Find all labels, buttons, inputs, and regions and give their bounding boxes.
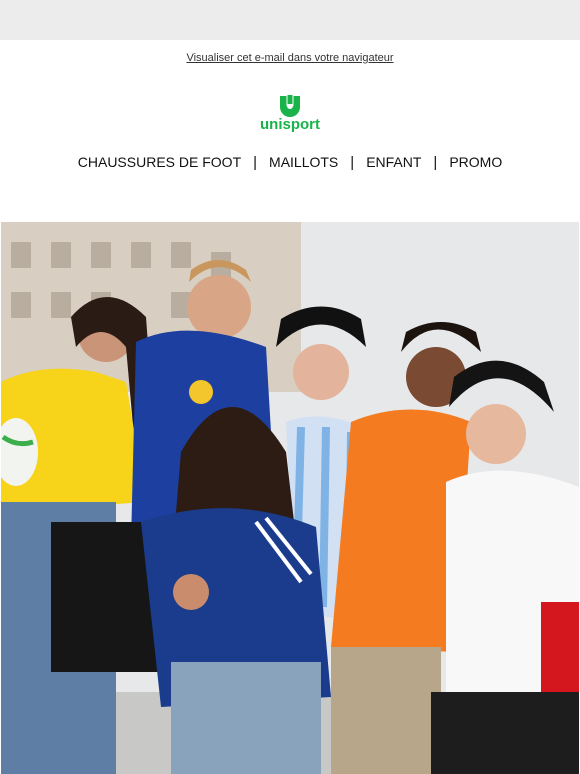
main-navigation: CHAUSSURES DE FOOT | MAILLOTS | ENFANT |… xyxy=(0,152,580,172)
nav-separator: | xyxy=(350,153,355,171)
hero-illustration xyxy=(1,222,579,774)
nav-separator: | xyxy=(433,153,438,171)
unisport-logo[interactable]: unisport xyxy=(240,94,340,138)
hero-image[interactable] xyxy=(1,222,579,774)
nav-item-promo[interactable]: PROMO xyxy=(439,154,512,170)
nav-separator: | xyxy=(253,153,258,171)
logo-wordmark: unisport xyxy=(260,116,320,133)
view-in-browser-link[interactable]: Visualiser cet e-mail dans votre navigat… xyxy=(0,52,580,64)
unisport-logo-icon xyxy=(280,94,300,117)
nav-item-maillots[interactable]: MAILLOTS xyxy=(259,154,348,170)
nav-item-enfant[interactable]: ENFANT xyxy=(356,154,431,170)
nav-item-chaussures-de-foot[interactable]: CHAUSSURES DE FOOT xyxy=(68,154,251,170)
preheader-bar xyxy=(0,0,580,40)
